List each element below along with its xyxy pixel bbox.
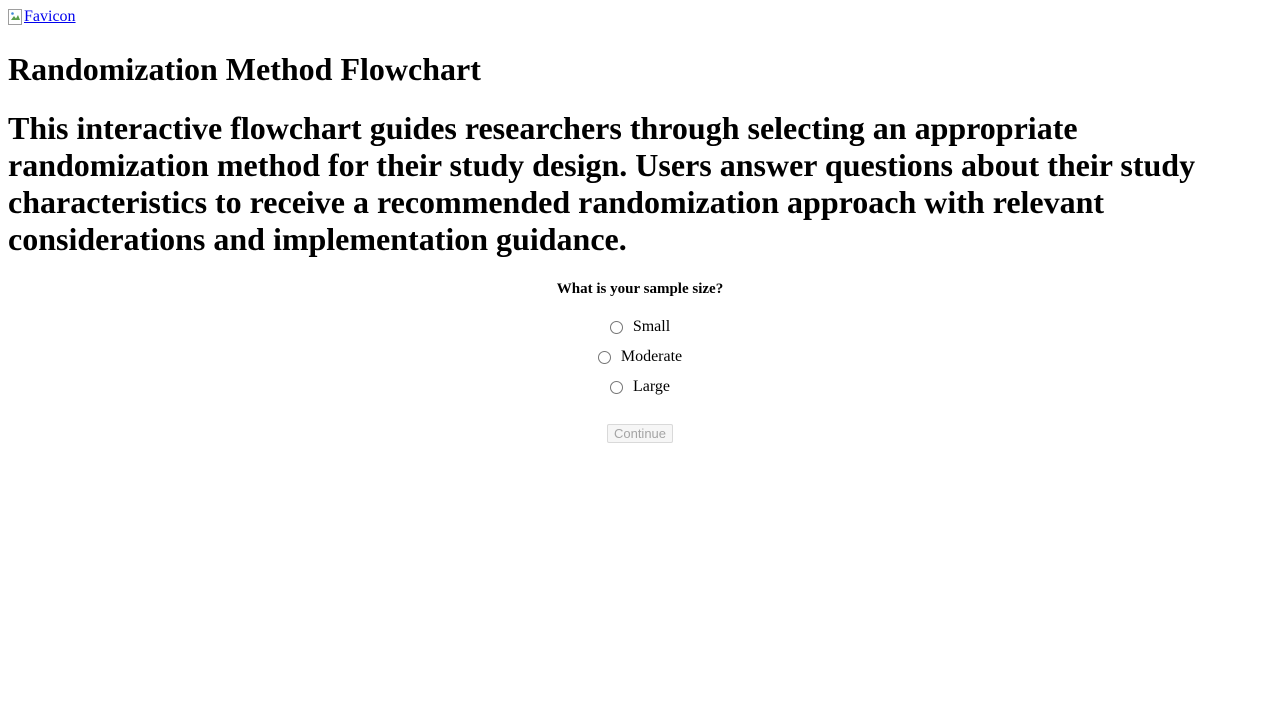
radio-small[interactable]: [609, 320, 623, 334]
option-small[interactable]: Small: [609, 318, 671, 336]
favicon-link[interactable]: Favicon: [8, 8, 76, 26]
option-label: Small: [632, 318, 671, 335]
option-label: Moderate: [620, 348, 683, 365]
broken-image-icon: [8, 9, 22, 25]
radio-moderate[interactable]: [597, 350, 611, 364]
option-large[interactable]: Large: [609, 378, 670, 396]
answer-options: Small Moderate Large: [8, 318, 1272, 396]
favicon-alt-text: Favicon: [24, 8, 76, 25]
page-title: Randomization Method Flowchart: [8, 51, 481, 87]
option-moderate[interactable]: Moderate: [597, 348, 683, 366]
continue-button[interactable]: Continue: [606, 424, 674, 443]
page-description: This interactive flowchart guides resear…: [8, 110, 1196, 257]
option-label: Large: [632, 378, 670, 395]
radio-large[interactable]: [609, 380, 623, 394]
question-block: What is your sample size? Small Moderate…: [8, 280, 1272, 443]
question-text: What is your sample size?: [556, 281, 724, 297]
